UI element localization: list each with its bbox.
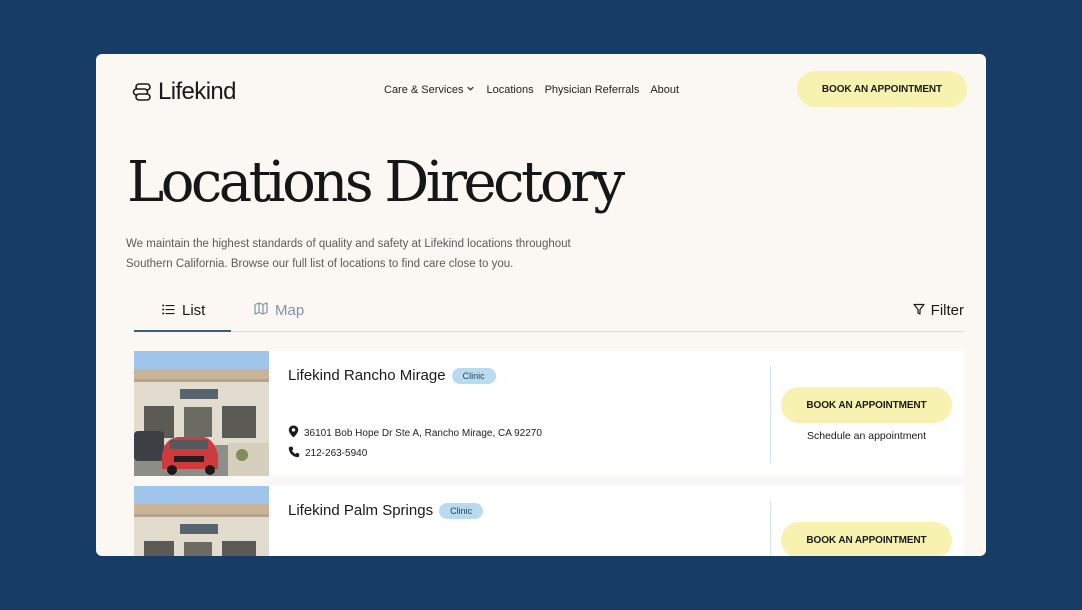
- nav-item-label: Care & Services: [384, 84, 464, 96]
- location-name[interactable]: Lifekind Rancho Mirage: [288, 367, 446, 384]
- nav-item-label: Locations: [486, 84, 534, 96]
- filter-icon: [913, 302, 925, 319]
- location-address: 36101 Bob Hope Dr Ste A, Rancho Mirage, …: [288, 425, 542, 441]
- nav-item-label: Physician Referrals: [544, 84, 640, 96]
- schedule-appointment-link[interactable]: Schedule an appointment: [781, 430, 952, 442]
- tab-map-label: Map: [275, 302, 305, 319]
- location-name[interactable]: Lifekind Palm Springs: [288, 502, 433, 519]
- map-icon: [254, 302, 268, 319]
- tab-map[interactable]: Map: [254, 302, 304, 319]
- filter-label: Filter: [930, 302, 964, 319]
- location-phone-text: 212-263-5940: [305, 448, 368, 459]
- location-address-text: 36101 Bob Hope Dr Ste A, Rancho Mirage, …: [304, 427, 542, 439]
- logo-text: Lifekind: [158, 78, 237, 105]
- header-book-appointment-button[interactable]: BOOK AN APPOINTMENT: [797, 71, 967, 107]
- location-photo: [134, 351, 269, 476]
- location-title: Lifekind Palm Springs Clinic: [288, 502, 484, 519]
- logo-icon: [132, 82, 152, 102]
- page-intro: We maintain the highest standards of qua…: [126, 238, 571, 270]
- location-card[interactable]: Lifekind Palm Springs Clinic BOOK AN APP…: [134, 486, 964, 556]
- card-divider: [770, 366, 771, 463]
- phone-icon: [288, 446, 300, 461]
- card-book-appointment-button[interactable]: BOOK AN APPOINTMENT: [781, 387, 952, 423]
- chevron-down-icon: [466, 84, 475, 96]
- location-photo: [134, 486, 269, 556]
- card-book-appointment-button[interactable]: BOOK AN APPOINTMENT: [781, 522, 952, 556]
- filter-button[interactable]: Filter: [913, 302, 964, 319]
- location-pin-icon: [288, 425, 299, 441]
- nav-item-locations[interactable]: Locations: [486, 84, 533, 96]
- nav-item-care-services[interactable]: Care & Services: [384, 84, 475, 96]
- nav-item-physician-referrals[interactable]: Physician Referrals: [545, 84, 640, 96]
- nav-item-label: About: [650, 84, 680, 96]
- page-title: Locations Directory: [127, 150, 625, 215]
- location-type-badge: Clinic: [439, 502, 484, 519]
- nav-item-about[interactable]: About: [650, 84, 679, 96]
- active-tab-indicator: [134, 330, 231, 332]
- tab-list-label: List: [182, 302, 206, 319]
- page-window: Lifekind Care & Services Locations Physi…: [96, 54, 986, 556]
- main-nav: Care & Services Locations Physician Refe…: [384, 84, 679, 96]
- tab-list[interactable]: List: [162, 302, 205, 319]
- location-phone[interactable]: 212-263-5940: [288, 446, 367, 461]
- location-type-badge: Clinic: [451, 367, 496, 384]
- card-divider: [770, 501, 771, 556]
- list-icon: [162, 302, 175, 319]
- location-card[interactable]: Lifekind Rancho Mirage Clinic 36101 Bob …: [134, 351, 964, 476]
- location-title: Lifekind Rancho Mirage Clinic: [288, 367, 496, 384]
- logo[interactable]: Lifekind: [132, 78, 237, 106]
- view-tabs: List Map Filter: [134, 294, 964, 332]
